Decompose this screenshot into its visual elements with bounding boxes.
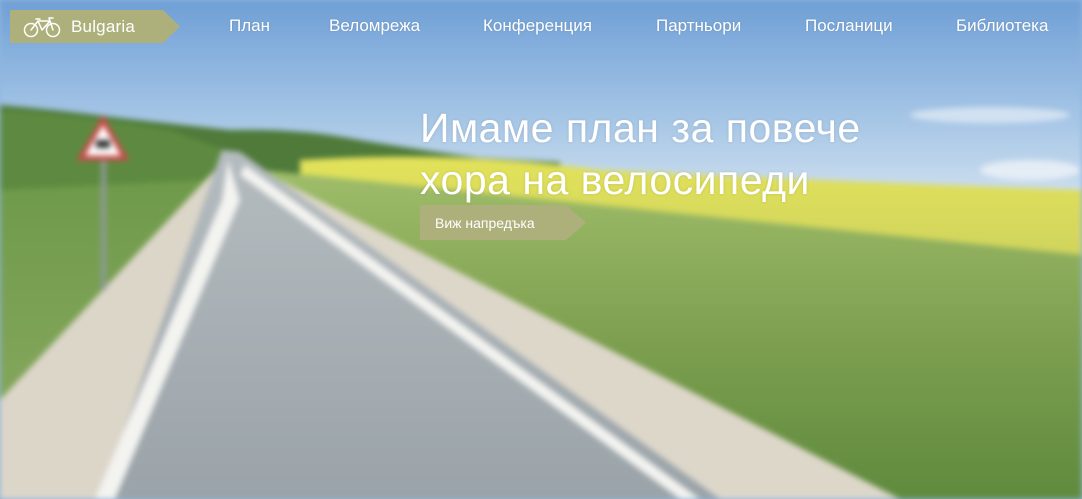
nav-item-network[interactable]: Веломрежа [329, 16, 420, 36]
nav-item-partners[interactable]: Партньори [656, 16, 741, 36]
nav-item-conference[interactable]: Конференция [483, 16, 592, 36]
hero-headline-line-1: Имаме план за повече [420, 105, 861, 151]
brand-label: Bulgaria [71, 16, 135, 36]
view-progress-button[interactable]: Виж напредъка [420, 205, 586, 240]
hero-background-image [0, 0, 1082, 499]
bicycle-icon [23, 16, 61, 37]
hero-headline-line-2: хора на велосипеди [420, 157, 810, 203]
hero-section: Bulgaria План Веломрежа Конференция Парт… [0, 0, 1082, 499]
view-progress-button-label: Виж напредъка [435, 214, 535, 231]
nav-item-ambassadors[interactable]: Посланици [805, 16, 893, 36]
brand-home-link[interactable]: Bulgaria [10, 10, 180, 43]
hero-headline: Имаме план за повече хора на велосипеди [420, 102, 1060, 206]
nav-item-library[interactable]: Библиотека [956, 16, 1048, 36]
nav-item-plan[interactable]: План [229, 16, 270, 36]
